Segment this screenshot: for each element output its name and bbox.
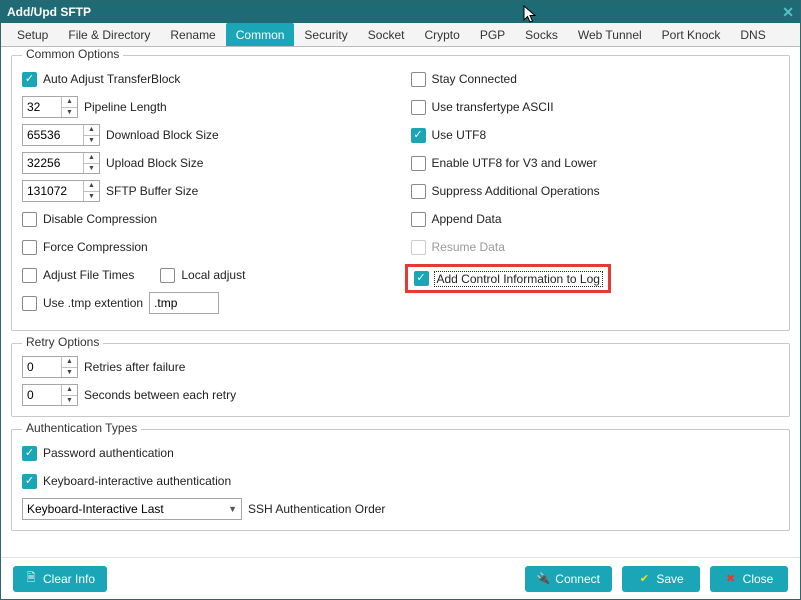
label-add-control-info: Add Control Information to Log bbox=[435, 272, 602, 286]
tab-pgp[interactable]: PGP bbox=[470, 23, 515, 46]
tab-file-directory[interactable]: File & Directory bbox=[58, 23, 160, 46]
label-keyboard-auth: Keyboard-interactive authentication bbox=[43, 474, 231, 488]
checkbox-use-transfertype-ascii[interactable] bbox=[411, 100, 426, 115]
tab-common[interactable]: Common bbox=[226, 23, 295, 46]
label-auth-order: SSH Authentication Order bbox=[248, 502, 385, 516]
plug-icon: 🔌 bbox=[537, 573, 549, 585]
label-use-transfertype-ascii: Use transfertype ASCII bbox=[432, 100, 554, 114]
tab-rename[interactable]: Rename bbox=[160, 23, 225, 46]
label-force-compression: Force Compression bbox=[43, 240, 148, 254]
group-title-auth: Authentication Types bbox=[22, 421, 141, 435]
checkbox-auto-adjust-transferblock[interactable] bbox=[22, 72, 37, 87]
label-resume-data: Resume Data bbox=[432, 240, 505, 254]
checkbox-use-tmp-extension[interactable] bbox=[22, 296, 37, 311]
spinner-download-block-size[interactable]: 65536 ▲▼ bbox=[22, 124, 100, 146]
label-adjust-file-times: Adjust File Times bbox=[43, 268, 134, 282]
chevron-down-icon: ▼ bbox=[228, 504, 237, 514]
check-icon: ✔ bbox=[638, 573, 650, 585]
chevron-up-icon[interactable]: ▲ bbox=[62, 357, 77, 368]
chevron-up-icon[interactable]: ▲ bbox=[84, 181, 99, 192]
tab-strip: Setup File & Directory Rename Common Sec… bbox=[1, 23, 800, 47]
label-enable-utf8-v3: Enable UTF8 for V3 and Lower bbox=[432, 156, 597, 170]
tab-dns[interactable]: DNS bbox=[730, 23, 775, 46]
close-button[interactable]: ✖ Close bbox=[710, 566, 788, 592]
group-authentication-types: Authentication Types Password authentica… bbox=[11, 429, 790, 531]
window-title: Add/Upd SFTP bbox=[7, 5, 91, 19]
chevron-up-icon[interactable]: ▲ bbox=[84, 153, 99, 164]
main-content: Common Options Auto Adjust TransferBlock… bbox=[1, 47, 800, 557]
checkbox-password-auth[interactable] bbox=[22, 446, 37, 461]
spinner-upload-block-size[interactable]: 32256 ▲▼ bbox=[22, 152, 100, 174]
highlight-add-control-info: Add Control Information to Log bbox=[405, 264, 611, 293]
checkbox-local-adjust[interactable] bbox=[160, 268, 175, 283]
group-retry-options: Retry Options 0 ▲▼ Retries after failure… bbox=[11, 343, 790, 417]
spinner-retries-after-failure[interactable]: 0 ▲▼ bbox=[22, 356, 78, 378]
checkbox-disable-compression[interactable] bbox=[22, 212, 37, 227]
chevron-down-icon[interactable]: ▼ bbox=[62, 108, 77, 118]
spinner-seconds-between-retry[interactable]: 0 ▲▼ bbox=[22, 384, 78, 406]
chevron-up-icon[interactable]: ▲ bbox=[84, 125, 99, 136]
tab-crypto[interactable]: Crypto bbox=[414, 23, 469, 46]
label-password-auth: Password authentication bbox=[43, 446, 174, 460]
spinner-pipeline-length[interactable]: 32 ▲▼ bbox=[22, 96, 78, 118]
clear-info-button[interactable]: 🗎 Clear Info bbox=[13, 566, 107, 592]
connect-button[interactable]: 🔌 Connect bbox=[525, 566, 612, 592]
checkbox-add-control-info[interactable] bbox=[414, 271, 429, 286]
tab-web-tunnel[interactable]: Web Tunnel bbox=[568, 23, 652, 46]
label-download-block-size: Download Block Size bbox=[106, 128, 219, 142]
checkbox-enable-utf8-v3[interactable] bbox=[411, 156, 426, 171]
close-icon[interactable]: ✕ bbox=[782, 4, 794, 21]
chevron-down-icon[interactable]: ▼ bbox=[84, 136, 99, 146]
chevron-down-icon[interactable]: ▼ bbox=[62, 368, 77, 378]
label-retries-after-failure: Retries after failure bbox=[84, 360, 185, 374]
group-title-retry: Retry Options bbox=[22, 335, 103, 349]
chevron-up-icon[interactable]: ▲ bbox=[62, 385, 77, 396]
spinner-sftp-buffer-size[interactable]: 131072 ▲▼ bbox=[22, 180, 100, 202]
checkbox-stay-connected[interactable] bbox=[411, 72, 426, 87]
save-button[interactable]: ✔ Save bbox=[622, 566, 700, 592]
checkbox-resume-data bbox=[411, 240, 426, 255]
checkbox-force-compression[interactable] bbox=[22, 240, 37, 255]
tab-socket[interactable]: Socket bbox=[358, 23, 415, 46]
label-disable-compression: Disable Compression bbox=[43, 212, 157, 226]
title-bar: Add/Upd SFTP ✕ bbox=[1, 1, 800, 23]
label-auto-adjust-transferblock: Auto Adjust TransferBlock bbox=[43, 72, 180, 86]
label-local-adjust: Local adjust bbox=[181, 268, 245, 282]
label-use-tmp-extension: Use .tmp extention bbox=[43, 296, 143, 310]
checkbox-keyboard-auth[interactable] bbox=[22, 474, 37, 489]
label-pipeline-length: Pipeline Length bbox=[84, 100, 167, 114]
close-icon: ✖ bbox=[725, 573, 737, 585]
checkbox-adjust-file-times[interactable] bbox=[22, 268, 37, 283]
label-append-data: Append Data bbox=[432, 212, 502, 226]
common-left-column: Auto Adjust TransferBlock 32 ▲▼ Pipeline… bbox=[22, 68, 391, 320]
label-upload-block-size: Upload Block Size bbox=[106, 156, 203, 170]
label-sftp-buffer-size: SFTP Buffer Size bbox=[106, 184, 198, 198]
footer: 🗎 Clear Info 🔌 Connect ✔ Save ✖ Close bbox=[1, 557, 800, 599]
group-title-common: Common Options bbox=[22, 47, 123, 61]
tab-security[interactable]: Security bbox=[294, 23, 357, 46]
label-stay-connected: Stay Connected bbox=[432, 72, 517, 86]
checkbox-append-data[interactable] bbox=[411, 212, 426, 227]
label-seconds-between-retry: Seconds between each retry bbox=[84, 388, 236, 402]
tab-socks[interactable]: Socks bbox=[515, 23, 568, 46]
group-common-options: Common Options Auto Adjust TransferBlock… bbox=[11, 55, 790, 331]
input-tmp-extension[interactable]: .tmp bbox=[149, 292, 219, 314]
label-suppress-additional: Suppress Additional Operations bbox=[432, 184, 600, 198]
checkbox-use-utf8[interactable] bbox=[411, 128, 426, 143]
document-icon: 🗎 bbox=[25, 573, 37, 585]
chevron-up-icon[interactable]: ▲ bbox=[62, 97, 77, 108]
chevron-down-icon[interactable]: ▼ bbox=[62, 396, 77, 406]
combo-auth-order[interactable]: Keyboard-Interactive Last ▼ bbox=[22, 498, 242, 520]
checkbox-suppress-additional[interactable] bbox=[411, 184, 426, 199]
chevron-down-icon[interactable]: ▼ bbox=[84, 164, 99, 174]
common-right-column: Stay Connected Use transfertype ASCII Us… bbox=[411, 68, 780, 320]
label-use-utf8: Use UTF8 bbox=[432, 128, 487, 142]
chevron-down-icon[interactable]: ▼ bbox=[84, 192, 99, 202]
tab-setup[interactable]: Setup bbox=[7, 23, 58, 46]
tab-port-knock[interactable]: Port Knock bbox=[652, 23, 731, 46]
